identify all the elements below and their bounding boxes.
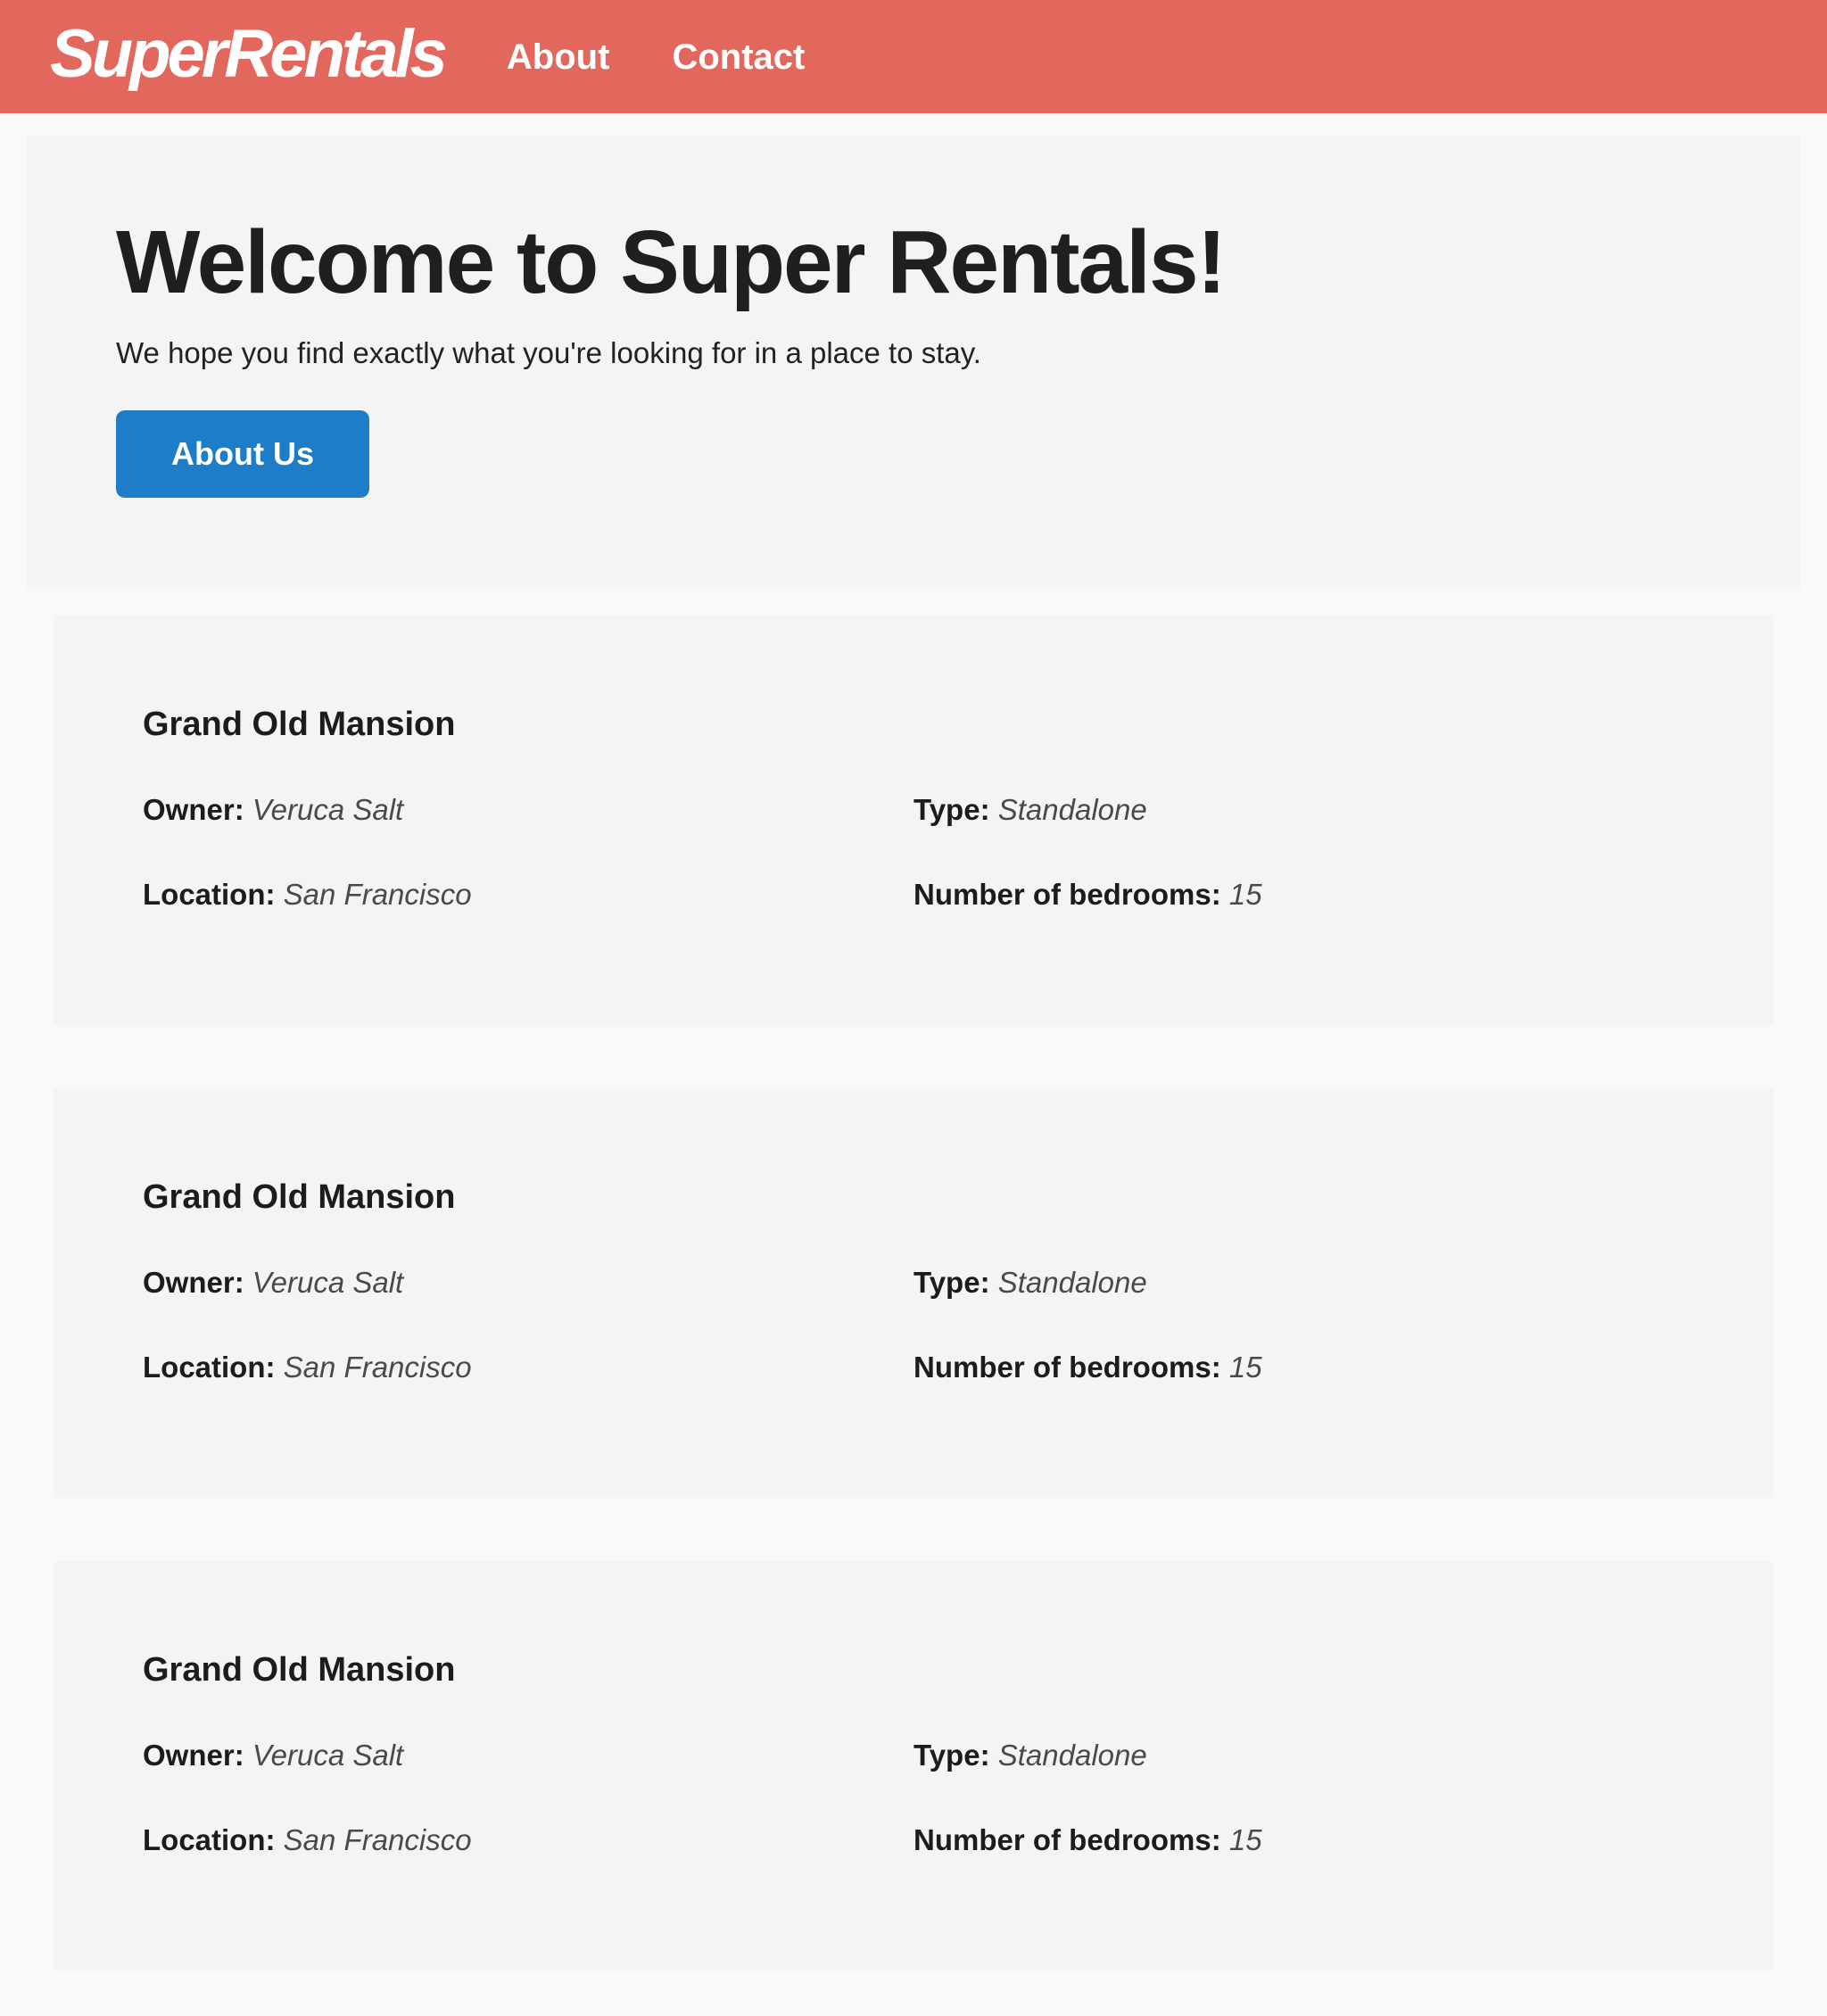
rental-type: Type: Standalone (914, 1265, 1684, 1301)
rental-type: Type: Standalone (914, 792, 1684, 828)
rentals-list: Grand Old Mansion Owner: Veruca Salt Typ… (0, 616, 1827, 1971)
rental-card: Grand Old Mansion Owner: Veruca Salt Typ… (54, 1088, 1773, 1498)
rental-card: Grand Old Mansion Owner: Veruca Salt Typ… (54, 1561, 1773, 1971)
navbar: SuperRentals About Contact (0, 0, 1827, 113)
location-value: San Francisco (284, 1351, 472, 1384)
logo[interactable]: SuperRentals (50, 21, 444, 94)
hero-jumbotron: Welcome to Super Rentals! We hope you fi… (27, 136, 1800, 589)
owner-value: Veruca Salt (252, 793, 403, 826)
rental-owner: Owner: Veruca Salt (143, 792, 914, 828)
owner-label: Owner: (143, 1739, 244, 1772)
rental-type: Type: Standalone (914, 1738, 1684, 1773)
type-value: Standalone (998, 1739, 1147, 1772)
rental-title: Grand Old Mansion (143, 1177, 1684, 1219)
rental-location: Location: San Francisco (143, 1350, 914, 1385)
rental-title: Grand Old Mansion (143, 1650, 1684, 1691)
hero-subtitle: We hope you find exactly what you're loo… (116, 332, 1711, 375)
rental-details: Owner: Veruca Salt Type: Standalone Loca… (143, 1738, 1684, 1858)
rental-bedrooms: Number of bedrooms: 15 (914, 1350, 1684, 1385)
owner-value: Veruca Salt (252, 1739, 403, 1772)
type-label: Type: (914, 793, 990, 826)
bedrooms-label: Number of bedrooms: (914, 1351, 1221, 1384)
rental-card: Grand Old Mansion Owner: Veruca Salt Typ… (54, 616, 1773, 1025)
owner-label: Owner: (143, 1266, 244, 1299)
nav-link-contact[interactable]: Contact (672, 39, 805, 75)
location-value: San Francisco (284, 878, 472, 911)
type-value: Standalone (998, 793, 1147, 826)
rental-bedrooms: Number of bedrooms: 15 (914, 877, 1684, 913)
rental-owner: Owner: Veruca Salt (143, 1738, 914, 1773)
rental-location: Location: San Francisco (143, 877, 914, 913)
rental-details: Owner: Veruca Salt Type: Standalone Loca… (143, 792, 1684, 913)
location-label: Location: (143, 1351, 275, 1384)
page-title: Welcome to Super Rentals! (116, 214, 1711, 310)
location-label: Location: (143, 878, 275, 911)
type-label: Type: (914, 1266, 990, 1299)
owner-value: Veruca Salt (252, 1266, 403, 1299)
rental-bedrooms: Number of bedrooms: 15 (914, 1822, 1684, 1858)
bedrooms-label: Number of bedrooms: (914, 878, 1221, 911)
rental-title: Grand Old Mansion (143, 705, 1684, 746)
bedrooms-label: Number of bedrooms: (914, 1823, 1221, 1856)
bedrooms-value: 15 (1229, 1351, 1262, 1384)
location-label: Location: (143, 1823, 275, 1856)
bedrooms-value: 15 (1229, 1823, 1262, 1856)
rental-details: Owner: Veruca Salt Type: Standalone Loca… (143, 1265, 1684, 1385)
type-label: Type: (914, 1739, 990, 1772)
nav-link-about[interactable]: About (507, 39, 610, 75)
rental-location: Location: San Francisco (143, 1822, 914, 1858)
owner-label: Owner: (143, 793, 244, 826)
rental-owner: Owner: Veruca Salt (143, 1265, 914, 1301)
type-value: Standalone (998, 1266, 1147, 1299)
about-us-button[interactable]: About Us (116, 410, 369, 498)
bedrooms-value: 15 (1229, 878, 1262, 911)
location-value: San Francisco (284, 1823, 472, 1856)
nav-links: About Contact (507, 39, 805, 75)
